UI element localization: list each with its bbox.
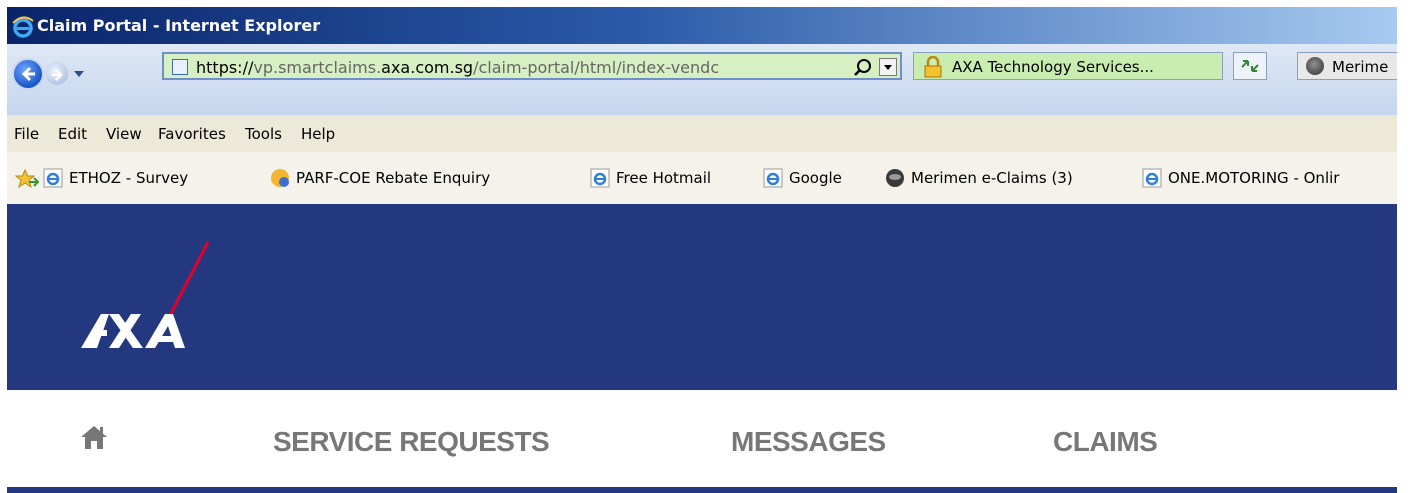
- favorites-bar: ETHOZ - Survey PARF-COE Rebate Enquiry F…: [7, 152, 1397, 205]
- ie-logo-icon: [12, 16, 34, 38]
- globe-icon: [1306, 57, 1324, 75]
- browser-tab[interactable]: Merime: [1297, 52, 1397, 80]
- address-row: https://vp.smartclaims.axa.com.sg/claim-…: [7, 44, 1397, 116]
- address-url[interactable]: https://vp.smartclaims.axa.com.sg/claim-…: [196, 58, 836, 77]
- menu-bar: File Edit View Favorites Tools Help: [7, 115, 1397, 153]
- menu-view[interactable]: View: [106, 125, 142, 143]
- favorite-ethoz-survey[interactable]: ETHOZ - Survey: [43, 166, 263, 190]
- search-icon[interactable]: [853, 58, 873, 78]
- nav-messages[interactable]: MESSAGES: [731, 426, 886, 458]
- ie-page-icon: [1142, 168, 1162, 188]
- menu-file[interactable]: File: [14, 125, 39, 143]
- menu-favorites[interactable]: Favorites: [158, 125, 226, 143]
- arrow-right-icon: [52, 69, 63, 81]
- ie-page-icon: [43, 168, 63, 188]
- arrow-left-icon: [21, 66, 35, 82]
- portal-nav: SERVICE REQUESTS MESSAGES CLAIMS: [7, 390, 1397, 490]
- browser-window: Claim Portal - Internet Explorer https:/…: [7, 7, 1397, 493]
- favorites-star-icon[interactable]: [15, 169, 39, 189]
- ie-page-icon: [590, 168, 610, 188]
- address-bar[interactable]: https://vp.smartclaims.axa.com.sg/claim-…: [162, 52, 902, 80]
- certificate-label: AXA Technology Services...: [952, 58, 1154, 76]
- menu-tools[interactable]: Tools: [245, 125, 282, 143]
- title-bar: Claim Portal - Internet Explorer: [7, 7, 1397, 44]
- tab-label: Merime: [1332, 58, 1389, 76]
- page-icon: [172, 59, 188, 75]
- home-icon[interactable]: [79, 424, 109, 450]
- refresh-button[interactable]: [1233, 52, 1267, 80]
- globe-icon: [886, 169, 904, 187]
- favorite-merimen-eclaims[interactable]: Merimen e-Claims (3): [885, 166, 1135, 190]
- favorite-free-hotmail[interactable]: Free Hotmail: [590, 166, 750, 190]
- address-dropdown-button[interactable]: [879, 58, 897, 76]
- favorite-parf-coe[interactable]: PARF-COE Rebate Enquiry: [270, 166, 570, 190]
- window-title: Claim Portal - Internet Explorer: [37, 16, 321, 35]
- ie-page-icon: [763, 168, 783, 188]
- lock-icon: [924, 56, 942, 78]
- nav-service-requests[interactable]: SERVICE REQUESTS: [273, 426, 550, 458]
- history-dropdown-icon[interactable]: [73, 68, 85, 80]
- menu-help[interactable]: Help: [301, 125, 335, 143]
- menu-edit[interactable]: Edit: [58, 125, 87, 143]
- forward-button[interactable]: [44, 61, 70, 87]
- onemotoring-icon: [271, 169, 289, 187]
- favorite-google[interactable]: Google: [763, 166, 873, 190]
- nav-bottom-bar: [7, 487, 1397, 493]
- nav-claims[interactable]: CLAIMS: [1053, 426, 1158, 458]
- back-button[interactable]: [12, 58, 44, 90]
- favorite-one-motoring[interactable]: ONE.MOTORING - Onlir: [1142, 166, 1397, 190]
- chevron-down-icon: [884, 65, 892, 70]
- axa-header-banner: [7, 204, 1397, 390]
- security-report[interactable]: AXA Technology Services...: [913, 52, 1223, 80]
- refresh-icon: [1241, 60, 1259, 72]
- axa-logo[interactable]: [73, 240, 213, 352]
